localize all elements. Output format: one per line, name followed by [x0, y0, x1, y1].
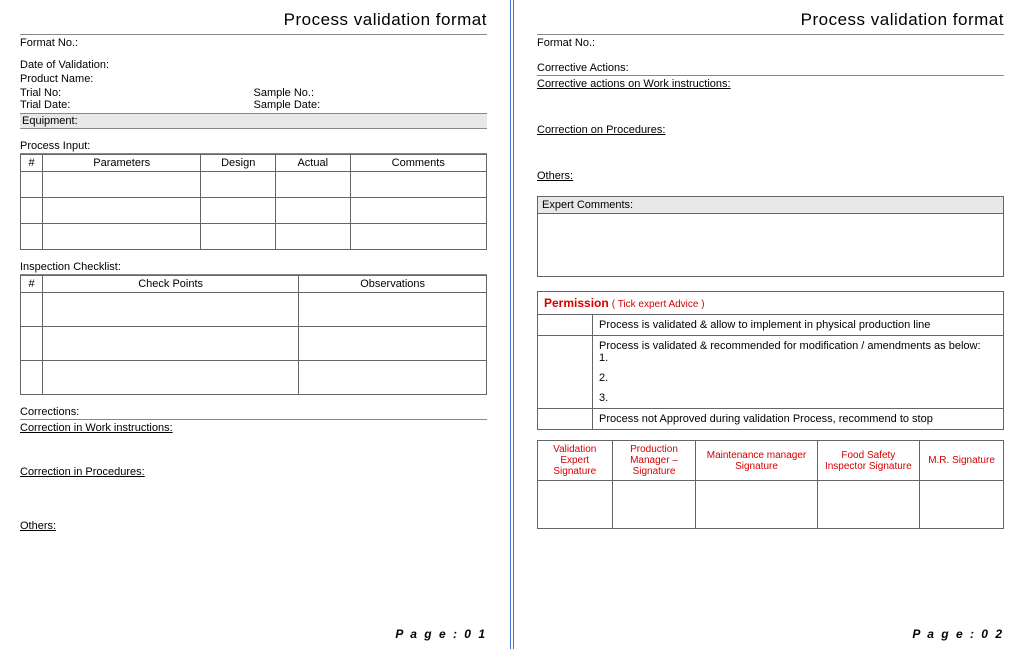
trial-sample-row-2: Trial Date: Sample Date: — [20, 99, 487, 111]
page-2: Process validation format Format No.: Co… — [517, 0, 1024, 649]
table-row — [21, 361, 487, 395]
ic-col-num: # — [21, 276, 43, 293]
permission-option-2-item-1: 1. — [599, 352, 997, 364]
permission-option-2-intro: Process is validated & recommended for m… — [599, 340, 997, 352]
sig-production-manager: Production Manager – Signature — [612, 441, 696, 481]
permission-tick-cell[interactable] — [538, 336, 593, 409]
sig-maintenance-manager: Maintenance manager Signature — [696, 441, 817, 481]
sample-no-label: Sample No.: — [254, 87, 488, 99]
signature-cell[interactable] — [920, 481, 1004, 529]
expert-comments-heading: Expert Comments: — [538, 197, 1003, 214]
correction-procedures: Correction in Procedures: — [20, 466, 487, 478]
table-row — [21, 172, 487, 198]
page-1: Process validation format Format No.: Da… — [0, 0, 507, 649]
correction-on-procedures: Correction on Procedures: — [537, 124, 1004, 136]
page-title: Process validation format — [20, 10, 487, 35]
permission-option-2: Process is validated & recommended for m… — [593, 336, 1004, 409]
corrective-actions-heading: Corrective Actions: — [537, 61, 1004, 76]
format-no-label: Format No.: — [20, 37, 487, 49]
sig-mr: M.R. Signature — [920, 441, 1004, 481]
others-label: Others: — [20, 520, 487, 532]
permission-tick-cell[interactable] — [538, 409, 593, 430]
signature-cell[interactable] — [538, 481, 613, 529]
page-title: Process validation format — [537, 10, 1004, 35]
pi-col-comments: Comments — [350, 155, 486, 172]
ic-col-checkpoints: Check Points — [43, 276, 299, 293]
corrections-heading: Corrections: — [20, 405, 487, 420]
date-of-validation-label: Date of Validation: — [20, 59, 487, 71]
permission-option-row: Process not Approved during validation P… — [538, 409, 1004, 430]
pi-col-actual: Actual — [275, 155, 350, 172]
signature-cell[interactable] — [612, 481, 696, 529]
trial-sample-row-1: Trial No: Sample No.: — [20, 87, 487, 99]
process-input-heading: Process Input: — [20, 139, 487, 154]
table-row — [21, 327, 487, 361]
sig-validation-expert: Validation Expert Signature — [538, 441, 613, 481]
expert-comments-box: Expert Comments: — [537, 196, 1004, 277]
permission-table: Permission ( Tick expert Advice ) Proces… — [537, 291, 1004, 430]
process-input-table: # Parameters Design Actual Comments — [20, 154, 487, 250]
table-row — [21, 198, 487, 224]
correction-work-instructions: Correction in Work instructions: — [20, 422, 487, 434]
permission-subheading: ( Tick expert Advice ) — [612, 299, 705, 310]
pi-col-design: Design — [201, 155, 276, 172]
permission-option-row: Process is validated & allow to implemen… — [538, 315, 1004, 336]
signature-cell[interactable] — [696, 481, 817, 529]
table-row — [21, 224, 487, 250]
ic-col-obs: Observations — [299, 276, 487, 293]
permission-option-1: Process is validated & allow to implemen… — [593, 315, 1004, 336]
permission-heading: Permission — [544, 296, 609, 310]
product-name-label: Product Name: — [20, 73, 487, 85]
sample-date-label: Sample Date: — [254, 99, 488, 111]
permission-tick-cell[interactable] — [538, 315, 593, 336]
permission-option-2-item-3: 3. — [599, 392, 997, 404]
equipment-band: Equipment: — [20, 113, 487, 129]
page-footer: P a g e : 0 2 — [912, 627, 1004, 641]
permission-option-3: Process not Approved during validation P… — [593, 409, 1004, 430]
expert-comments-body — [538, 214, 1003, 276]
format-no-label: Format No.: — [537, 37, 1004, 49]
two-page-spread: Process validation format Format No.: Da… — [0, 0, 1024, 649]
corrective-actions-work: Corrective actions on Work instructions: — [537, 78, 1004, 90]
trial-no-label: Trial No: — [20, 87, 254, 99]
permission-option-2-item-2: 2. — [599, 372, 997, 384]
pi-col-params: Parameters — [43, 155, 201, 172]
pi-col-num: # — [21, 155, 43, 172]
signature-table: Validation Expert Signature Production M… — [537, 440, 1004, 529]
table-row — [21, 293, 487, 327]
signature-cell[interactable] — [817, 481, 920, 529]
sig-food-safety-inspector: Food Safety Inspector Signature — [817, 441, 920, 481]
page-footer: P a g e : 0 1 — [395, 627, 487, 641]
others-label: Others: — [537, 170, 1004, 182]
permission-option-row: Process is validated & recommended for m… — [538, 336, 1004, 409]
inspection-checklist-table: # Check Points Observations — [20, 275, 487, 395]
signature-row — [538, 481, 1004, 529]
inspection-checklist-heading: Inspection Checklist: — [20, 260, 487, 275]
trial-date-label: Trial Date: — [20, 99, 254, 111]
page-gutter — [507, 0, 517, 649]
